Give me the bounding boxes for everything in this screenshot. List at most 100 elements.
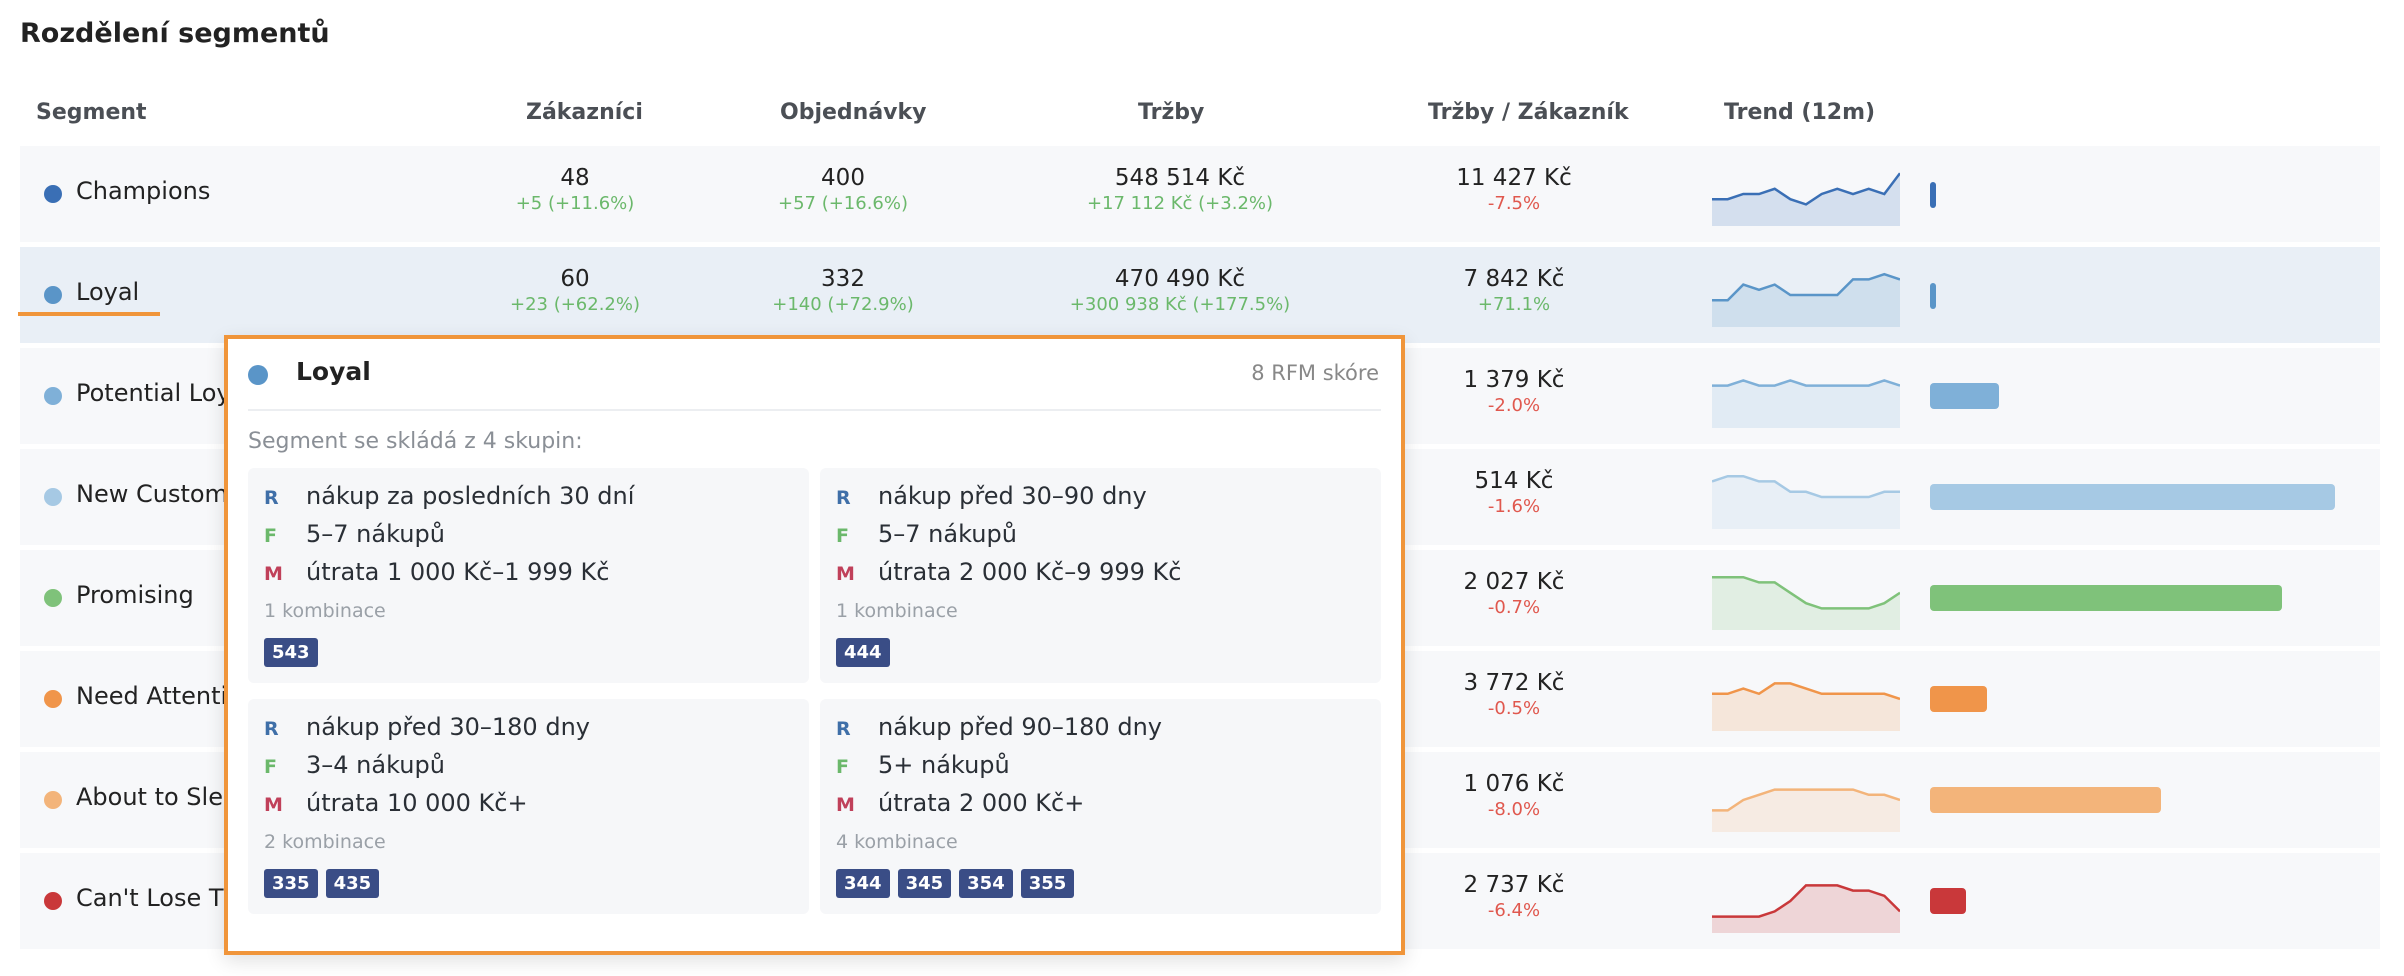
frequency-text: 5–7 nákupů xyxy=(878,520,1017,548)
trend-sparkline xyxy=(1712,682,1900,731)
revenue-cell: 548 514 Kč +17 112 Kč (+3.2%) xyxy=(1020,164,1340,216)
segment-dot-icon xyxy=(44,589,62,607)
frequency-text: 3–4 nákupů xyxy=(306,751,445,779)
revenue-per-customer-value: 11 427 Kč xyxy=(1456,165,1572,191)
divider xyxy=(248,409,1381,411)
rfm-code-list: 344 345 354 355 xyxy=(836,869,1075,898)
revenue-per-customer-value: 7 842 Kč xyxy=(1463,266,1565,292)
segment-dot-icon xyxy=(44,387,62,405)
col-header-revenue-per-customer[interactable]: Tržby / Zákazník xyxy=(1428,100,1629,125)
segment-popover: Loyal 8 RFM skóre Segment se skládá z 4 … xyxy=(224,335,1405,955)
recency-key: R xyxy=(836,718,851,740)
frequency-key: F xyxy=(836,525,849,547)
recency-text: nákup před 30–90 dny xyxy=(878,482,1147,510)
frequency-key: F xyxy=(264,756,277,778)
rfm-group-card: Rnákup před 90–180 dny F 5+ nákupů Mútrata … xyxy=(820,699,1381,914)
monetary-text: útrata 10 000 Kč+ xyxy=(306,789,528,817)
revenue-per-customer-delta: -7.5% xyxy=(1487,193,1541,214)
trend-sparkline xyxy=(1712,788,1900,832)
segment-share-bar xyxy=(1930,686,1987,712)
popover-title: Loyal xyxy=(296,357,371,386)
rfm-group-card: Rnákup před 30–90 dny F 5–7 nákupů Mútrata … xyxy=(820,468,1381,683)
segment-dot-icon xyxy=(44,690,62,708)
rfm-code-list: 335 435 xyxy=(264,869,380,898)
recency-line: Rnákup za posledních 30 dní xyxy=(264,482,634,510)
segment-share-bar xyxy=(1930,484,2335,510)
recency-key: R xyxy=(836,487,851,509)
revenue-per-customer-delta: +71.1% xyxy=(1477,294,1551,315)
table-row[interactable]: Loyal 60 +23 (+62.2%) 332 +140 (+72.9%) 470 4… xyxy=(20,247,2380,343)
segment-dot-icon xyxy=(248,365,268,385)
monetary-key: M xyxy=(836,563,855,585)
sparkline-area xyxy=(1712,274,1900,327)
rfm-code-badge: 354 xyxy=(959,869,1013,898)
col-header-segment[interactable]: Segment xyxy=(36,100,147,125)
monetary-line: Mútrata 10 000 Kč+ xyxy=(264,789,528,817)
recency-text: nákup za posledních 30 dní xyxy=(306,482,635,510)
segment-name[interactable]: Champions xyxy=(76,177,210,205)
recency-key: R xyxy=(264,487,279,509)
revenue-delta: +17 112 Kč (+3.2%) xyxy=(1086,193,1274,214)
sparkline-area xyxy=(1712,173,1900,226)
revenue-per-customer-cell: 11 427 Kč -7.5% xyxy=(1354,164,1674,216)
revenue-cell: 470 490 Kč +300 938 Kč (+177.5%) xyxy=(1020,265,1340,317)
segment-dot-icon xyxy=(44,488,62,506)
monetary-key: M xyxy=(264,794,283,816)
monetary-line: Mútrata 1 000 Kč–1 999 Kč xyxy=(264,558,609,586)
rfm-code-badge: 335 xyxy=(264,869,318,898)
orders-cell: 332 +140 (+72.9%) xyxy=(683,265,1003,317)
monetary-key: M xyxy=(836,794,855,816)
segment-share-bar xyxy=(1930,888,1967,914)
combination-count: 1 kombinace xyxy=(264,600,386,622)
revenue-value: 548 514 Kč xyxy=(1114,165,1246,191)
table-row[interactable]: Champions 48 +5 (+11.6%) 400 +57 (+16.6%) 548… xyxy=(20,146,2380,242)
orders-cell: 400 +57 (+16.6%) xyxy=(683,164,1003,216)
rfm-code-badge: 435 xyxy=(325,869,380,898)
trend-sparkline xyxy=(1712,379,1900,428)
frequency-line: F 3–4 nákupů xyxy=(264,751,445,779)
hover-underline xyxy=(18,312,160,316)
orders-delta: +57 (+16.6%) xyxy=(777,193,909,214)
frequency-line: F 5–7 nákupů xyxy=(836,520,1017,548)
segment-share-bar xyxy=(1930,283,1936,309)
rfm-code-list: 444 xyxy=(836,638,890,667)
combination-count: 1 kombinace xyxy=(836,600,958,622)
col-header-orders[interactable]: Objednávky xyxy=(780,100,926,125)
sparkline-area xyxy=(1712,380,1900,428)
segment-share-bar xyxy=(1930,585,2283,611)
combination-count: 2 kombinace xyxy=(264,831,386,853)
combination-count: 4 kombinace xyxy=(836,831,958,853)
segment-dot-icon xyxy=(44,791,62,809)
rfm-code-badge: 344 xyxy=(836,869,890,898)
recency-key: R xyxy=(264,718,279,740)
segment-share-bar xyxy=(1930,383,1999,409)
segment-share-bar xyxy=(1930,182,1936,208)
segment-dot-icon xyxy=(44,185,62,203)
monetary-line: Mútrata 2 000 Kč+ xyxy=(836,789,1084,817)
rfm-group-card: Rnákup před 30–180 dny F 3–4 nákupů Mútrata… xyxy=(248,699,809,914)
recency-line: Rnákup před 30–180 dny xyxy=(264,713,590,741)
revenue-delta: +300 938 Kč (+177.5%) xyxy=(1069,294,1291,315)
col-header-revenue[interactable]: Tržby xyxy=(1138,100,1204,125)
trend-sparkline xyxy=(1712,575,1900,630)
recency-text: nákup před 30–180 dny xyxy=(306,713,590,741)
rfm-code-badge: 444 xyxy=(836,638,890,667)
revenue-value: 470 490 Kč xyxy=(1114,266,1246,292)
rfm-code-badge: 355 xyxy=(1020,869,1075,898)
segment-name[interactable]: Loyal xyxy=(76,278,139,306)
monetary-key: M xyxy=(264,563,283,585)
orders-value: 400 xyxy=(821,165,865,191)
segment-name[interactable]: Promising xyxy=(76,581,194,609)
revenue-per-customer-cell: 7 842 Kč +71.1% xyxy=(1354,265,1674,317)
orders-value: 332 xyxy=(821,266,865,292)
rfm-code-badge: 543 xyxy=(264,638,318,667)
segment-dot-icon xyxy=(44,892,62,910)
trend-sparkline xyxy=(1712,172,1900,226)
col-header-customers[interactable]: Zákazníci xyxy=(526,100,643,125)
col-header-trend: Trend (12m) xyxy=(1724,100,1876,125)
frequency-text: 5+ nákupů xyxy=(878,751,1010,779)
monetary-text: útrata 2 000 Kč+ xyxy=(878,789,1085,817)
frequency-line: F 5+ nákupů xyxy=(836,751,1010,779)
sparkline-area xyxy=(1712,476,1900,529)
frequency-key: F xyxy=(836,756,849,778)
